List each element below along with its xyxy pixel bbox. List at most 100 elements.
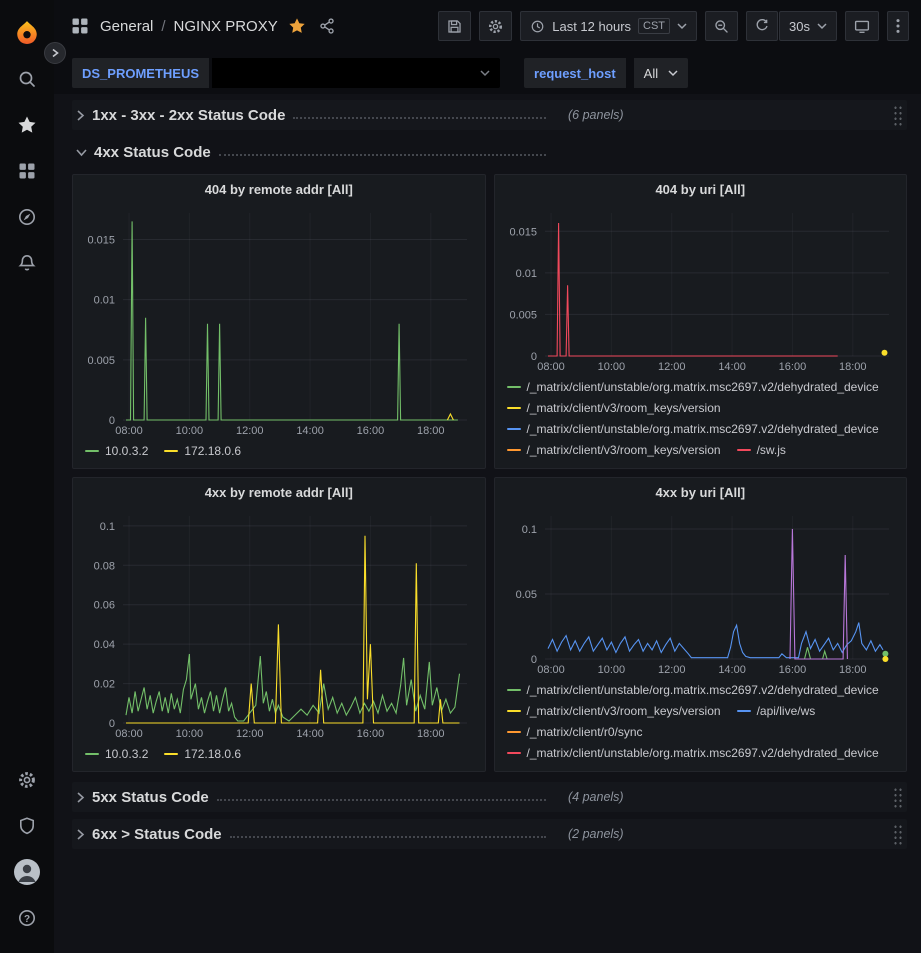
search-icon[interactable] [7, 59, 47, 99]
server-admin-shield-icon[interactable] [7, 806, 47, 846]
row-title: 4xx Status Code [94, 144, 211, 161]
svg-text:0.02: 0.02 [94, 679, 115, 691]
legend-series-label: /_matrix/client/unstable/org.matrix.msc2… [527, 746, 879, 760]
chevron-down-icon [817, 22, 827, 30]
legend-item[interactable]: /_matrix/client/unstable/org.matrix.msc2… [507, 378, 879, 396]
legend-series-swatch [507, 689, 521, 691]
legend-item[interactable]: /_matrix/client/r0/sync [507, 723, 643, 741]
panel-title[interactable]: 404 by remote addr [All] [73, 175, 485, 205]
legend-series-swatch [507, 449, 521, 451]
chart-4xx-by-remote-addr[interactable]: 08:0010:0012:0014:0016:0018:0000.020.040… [73, 508, 485, 743]
legend-series-swatch [507, 710, 521, 712]
chevron-right-icon [76, 792, 85, 803]
chart-404-by-remote-addr[interactable]: 08:0010:0012:0014:0016:0018:0000.0050.01… [73, 205, 485, 440]
chevron-down-icon [76, 148, 87, 157]
legend-series-swatch [164, 753, 178, 755]
cycle-view-tv-button[interactable] [845, 11, 879, 41]
chart-legend: /_matrix/client/unstable/org.matrix.msc2… [495, 376, 907, 468]
row-1xx-3xx-2xx-status-code[interactable]: 1xx - 3xx - 2xx Status Code (6 panels) [72, 100, 907, 130]
panel-404-by-remote-addr: 404 by remote addr [All] 08:0010:0012:00… [72, 174, 486, 469]
chart-404-by-uri[interactable]: 08:0010:0012:0014:0016:0018:0000.0050.01… [495, 205, 907, 376]
legend-item[interactable]: 172.18.0.6 [164, 745, 241, 763]
legend-item[interactable]: /_matrix/client/v3/room_keys/version [507, 702, 721, 720]
legend-series-label: /sw.js [757, 443, 786, 457]
legend-series-swatch [507, 731, 521, 733]
legend-item[interactable]: /api/live/ws [737, 702, 816, 720]
row-drag-handle[interactable] [893, 823, 903, 845]
svg-text:12:00: 12:00 [236, 425, 264, 437]
user-avatar[interactable] [7, 852, 47, 892]
legend-item[interactable]: /_matrix/client/unstable/org.matrix.msc2… [507, 420, 879, 438]
legend-series-label: /_matrix/client/unstable/org.matrix.msc2… [527, 380, 879, 394]
svg-text:18:00: 18:00 [417, 425, 445, 437]
svg-text:0.01: 0.01 [515, 268, 536, 280]
svg-text:18:00: 18:00 [839, 361, 867, 373]
variables-submenu: DS_PROMETHEUS request_host All [54, 52, 921, 94]
legend-series-swatch [85, 450, 99, 452]
legend-item[interactable]: /_matrix/client/v3/room_keys/version [507, 399, 721, 417]
panel-title[interactable]: 404 by uri [All] [495, 175, 907, 205]
row-panel-count: (4 panels) [568, 790, 624, 804]
legend-item[interactable]: /_matrix/client/unstable/org.matrix.msc2… [507, 744, 879, 762]
panel-title[interactable]: 4xx by remote addr [All] [73, 478, 485, 508]
row-drag-handle[interactable] [893, 786, 903, 808]
help-icon[interactable]: ? [7, 898, 47, 938]
legend-item[interactable]: /_matrix/client/unstable/org.matrix.msc2… [507, 681, 879, 699]
legend-item[interactable]: /sw.js [737, 441, 786, 459]
chart-legend: 10.0.3.2 172.18.0.6 [73, 743, 485, 771]
time-range-picker[interactable]: Last 12 hours CST [520, 11, 697, 41]
row-5xx-status-code[interactable]: 5xx Status Code (4 panels) [72, 782, 907, 812]
row-drag-handle[interactable] [893, 104, 903, 126]
row-panel-count: (2 panels) [568, 827, 624, 841]
legend-series-label: /_matrix/client/r0/sync [527, 725, 643, 739]
svg-text:08:00: 08:00 [537, 664, 565, 676]
panel-title[interactable]: 4xx by uri [All] [495, 478, 907, 508]
row-6xx-status-code[interactable]: 6xx > Status Code (2 panels) [72, 819, 907, 849]
favorite-star-icon[interactable] [288, 17, 306, 35]
zoom-out-button[interactable] [705, 11, 738, 41]
alerting-bell-icon[interactable] [7, 243, 47, 283]
legend-item[interactable]: /_matrix/client/v3/room_keys/version [507, 441, 721, 459]
chevron-down-icon [668, 69, 678, 77]
legend-item[interactable]: 10.0.3.2 [85, 442, 148, 460]
configuration-gear-icon[interactable] [7, 760, 47, 800]
expand-sidebar-button[interactable] [44, 42, 66, 64]
chevron-right-icon [76, 829, 85, 840]
dashboard-settings-button[interactable] [479, 11, 512, 41]
grafana-logo[interactable] [7, 13, 47, 53]
legend-series-label: 172.18.0.6 [184, 444, 241, 458]
svg-text:0.015: 0.015 [509, 226, 537, 238]
row-dotted-line [217, 799, 546, 801]
svg-text:14:00: 14:00 [296, 728, 324, 740]
chart-legend: 10.0.3.2 172.18.0.6 [73, 440, 485, 468]
variable-label-ds-prometheus: DS_PROMETHEUS [72, 58, 209, 88]
more-options-kebab-button[interactable] [887, 11, 909, 41]
refresh-interval-dropdown[interactable]: 30s [779, 11, 837, 41]
row-4xx-status-code[interactable]: 4xx Status Code [72, 137, 907, 167]
row-panel-count: (6 panels) [568, 108, 624, 122]
svg-text:08:00: 08:00 [115, 425, 143, 437]
time-range-label: Last 12 hours [552, 19, 631, 34]
apps-icon [70, 16, 90, 36]
share-icon[interactable] [318, 17, 336, 35]
chart-4xx-by-uri[interactable]: 08:0010:0012:0014:0016:0018:0000.050.1 [495, 508, 907, 679]
dashboard-title[interactable]: NGINX PROXY [174, 18, 278, 35]
save-dashboard-button[interactable] [438, 11, 471, 41]
ds-prometheus-select[interactable] [212, 58, 500, 88]
explore-compass-icon[interactable] [7, 197, 47, 237]
svg-text:0: 0 [530, 351, 536, 363]
legend-series-swatch [507, 752, 521, 754]
request-host-select[interactable]: All [634, 58, 688, 88]
svg-text:08:00: 08:00 [115, 728, 143, 740]
svg-text:18:00: 18:00 [417, 728, 445, 740]
breadcrumb-folder[interactable]: General [100, 18, 153, 35]
legend-item[interactable]: 10.0.3.2 [85, 745, 148, 763]
dashboards-icon[interactable] [7, 151, 47, 191]
chart-legend: /_matrix/client/unstable/org.matrix.msc2… [495, 679, 907, 771]
legend-series-label: 172.18.0.6 [184, 747, 241, 761]
dashboard-header: General / NGINX PROXY Last 12 hours CST [54, 0, 921, 52]
svg-text:14:00: 14:00 [718, 664, 746, 676]
refresh-button[interactable] [746, 11, 778, 41]
favorites-star-icon[interactable] [7, 105, 47, 145]
legend-item[interactable]: 172.18.0.6 [164, 442, 241, 460]
